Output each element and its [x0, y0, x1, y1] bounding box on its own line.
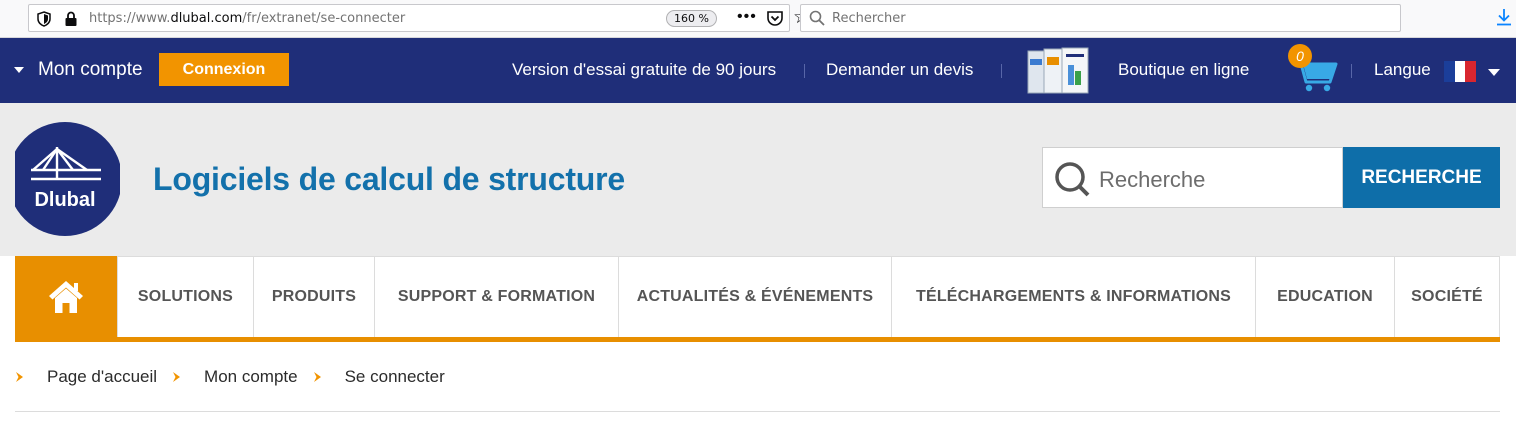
site-header: Dlubal Logiciels de calcul de structure … [0, 103, 1516, 256]
chevron-right-icon [16, 372, 23, 382]
url-prefix: https://www. [89, 11, 171, 26]
french-flag-icon[interactable] [1444, 61, 1477, 82]
lock-icon[interactable] [64, 11, 78, 27]
nav-solutions[interactable]: SOLUTIONS [117, 256, 253, 337]
browser-toolbar: https://www.dlubal.com/fr/extranet/se-co… [0, 0, 1516, 38]
site-tagline: Logiciels de calcul de structure [153, 161, 625, 197]
separator [804, 64, 805, 78]
breadcrumb-current: Se connecter [344, 367, 445, 386]
nav-company[interactable]: SOCIÉTÉ [1394, 256, 1500, 337]
zoom-indicator[interactable]: 160 % [666, 10, 717, 27]
cart-count-badge: 0 [1288, 44, 1312, 68]
browser-search-placeholder: Rechercher [832, 11, 906, 26]
caret-down-icon [14, 67, 24, 73]
breadcrumb: Page d'accueil Mon compte Se connecter [15, 365, 445, 389]
main-navigation: SOLUTIONS PRODUITS SUPPORT & FORMATION A… [15, 256, 1500, 342]
nav-downloads-information[interactable]: TÉLÉCHARGEMENTS & INFORMATIONS [891, 256, 1255, 337]
download-icon[interactable] [1496, 8, 1512, 26]
language-label[interactable]: Langue [1374, 60, 1431, 80]
nav-home[interactable] [15, 256, 117, 337]
search-icon [809, 10, 825, 26]
separator [1001, 64, 1002, 78]
url-host: dlubal.com [170, 11, 243, 26]
separator [1351, 64, 1352, 78]
url-text[interactable]: https://www.dlubal.com/fr/extranet/se-co… [89, 11, 405, 26]
breadcrumb-account[interactable]: Mon compte [204, 367, 298, 387]
url-path: /fr/extranet/se-connecter [242, 11, 406, 26]
nav-support-training[interactable]: SUPPORT & FORMATION [374, 256, 618, 337]
browser-search-bar[interactable]: Rechercher [800, 4, 1401, 32]
nav-education[interactable]: EDUCATION [1255, 256, 1394, 337]
address-bar[interactable]: https://www.dlubal.com/fr/extranet/se-co… [28, 4, 810, 32]
free-trial-link[interactable]: Version d'essai gratuite de 90 jours [512, 60, 776, 80]
chevron-right-icon [173, 372, 181, 382]
account-label: Mon compte [38, 59, 143, 80]
chevron-right-icon [313, 372, 321, 382]
shield-icon[interactable] [37, 11, 51, 27]
software-boxes-icon[interactable] [1024, 45, 1092, 95]
site-search-input[interactable]: Recherche [1042, 147, 1343, 208]
nav-products[interactable]: PRODUITS [253, 256, 374, 337]
account-menu-toggle[interactable]: Mon compte [14, 59, 143, 81]
breadcrumb-home[interactable]: Page d'accueil [47, 367, 157, 387]
language-dropdown-icon[interactable] [1488, 69, 1500, 76]
logo-text: Dlubal [34, 189, 95, 211]
search-icon [1055, 162, 1090, 197]
dlubal-logo[interactable]: Dlubal [15, 120, 120, 238]
pocket-icon[interactable] [766, 10, 784, 27]
login-button[interactable]: Connexion [159, 53, 289, 86]
site-search-placeholder: Recherche [1099, 167, 1206, 192]
search-button[interactable]: RECHERCHE [1343, 147, 1500, 208]
quote-link[interactable]: Demander un devis [826, 60, 973, 80]
more-actions-button[interactable]: ••• [737, 8, 757, 26]
home-icon [49, 280, 83, 313]
nav-news-events[interactable]: ACTUALITÉS & ÉVÉNEMENTS [618, 256, 891, 337]
online-shop-link[interactable]: Boutique en ligne [1118, 60, 1249, 80]
divider [15, 411, 1500, 412]
top-bar: Mon compte Connexion Version d'essai gra… [0, 38, 1516, 103]
